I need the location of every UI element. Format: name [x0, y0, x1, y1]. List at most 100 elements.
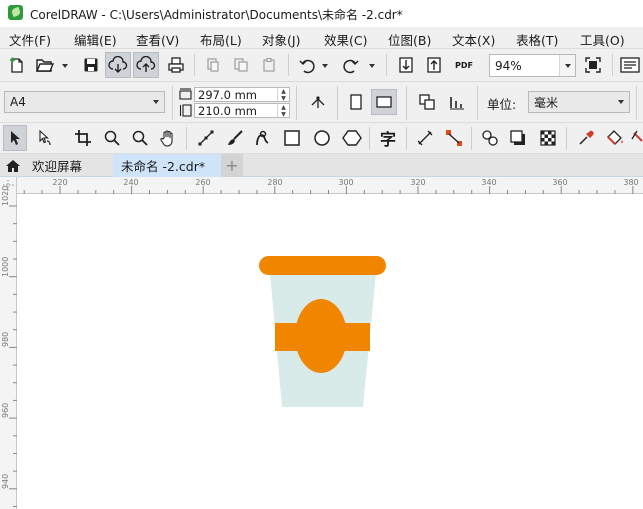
import-icon[interactable] [393, 52, 419, 78]
redo-icon[interactable] [338, 52, 364, 78]
coreldraw-logo-icon [8, 5, 23, 20]
drawing-canvas[interactable] [18, 195, 643, 509]
menu-table[interactable]: 表格(T) [516, 30, 558, 49]
menu-bitmaps[interactable]: 位图(B) [388, 30, 431, 49]
save-icon[interactable] [78, 52, 104, 78]
separator [406, 86, 407, 120]
current-page-icon[interactable] [444, 89, 470, 115]
nudge-icon[interactable] [305, 89, 331, 115]
tab-document-label: 未命名 -2.cdr* [121, 159, 206, 174]
polygon-tool-icon[interactable] [339, 125, 365, 151]
shape-tool-icon[interactable] [32, 125, 58, 151]
smart-drawing-icon[interactable] [250, 125, 276, 151]
ruler-h-label: 340 [481, 178, 497, 187]
new-document-icon[interactable] [4, 52, 30, 78]
chevron-down-icon [618, 100, 624, 104]
menu-edit[interactable]: 编辑(E) [74, 30, 117, 49]
page-height-value: 210.0 mm [198, 103, 257, 118]
blend-tool-icon[interactable] [477, 125, 503, 151]
rectangle-tool-icon[interactable] [279, 125, 305, 151]
artistic-media-icon[interactable] [222, 125, 248, 151]
undo-dropdown-arrow[interactable] [322, 64, 328, 68]
page-height-input[interactable]: 210.0 mm ▲ ▼ [194, 103, 290, 118]
window-title: CorelDRAW - C:\Users\Administrator\Docum… [30, 8, 403, 22]
menu-text[interactable]: 文本(X) [452, 30, 495, 49]
add-tab-button[interactable]: + [221, 154, 243, 177]
property-bar: A4 297.0 mm ▲ ▼ 210.0 mm ▲ ▼ 单位: 毫米 [0, 82, 643, 123]
export-icon[interactable] [421, 52, 447, 78]
ruler-h-label: 320 [410, 178, 426, 187]
fill-tool-icon[interactable] [602, 125, 628, 151]
text-tool-icon[interactable]: 字 [375, 125, 401, 151]
crop-tool-icon[interactable] [70, 125, 96, 151]
menu-view[interactable]: 查看(V) [136, 30, 179, 49]
separator [471, 127, 472, 150]
portrait-icon[interactable] [343, 89, 369, 115]
freehand-tool-icon[interactable] [193, 125, 219, 151]
page-width-input[interactable]: 297.0 mm ▲ ▼ [194, 87, 290, 102]
ruler-h-label: 240 [123, 178, 139, 187]
open-dropdown-arrow[interactable] [62, 64, 68, 68]
vertical-ruler[interactable]: 1020 1000 980 960 940 [0, 186, 17, 509]
ruler-h-label: 280 [267, 178, 283, 187]
pick-tool-icon[interactable] [3, 125, 27, 151]
ruler-h-label: 300 [338, 178, 354, 187]
pdf-label: PDF [455, 60, 473, 70]
parallel-dimension-icon[interactable] [412, 125, 438, 151]
options-icon[interactable] [617, 52, 643, 78]
page-size-dropdown[interactable] [148, 92, 164, 112]
zoom-to-page-icon[interactable] [580, 52, 606, 78]
tab-welcome-screen[interactable]: 欢迎屏幕 [24, 154, 90, 177]
page-width-spinner[interactable]: ▲ ▼ [277, 88, 289, 102]
ruler-h-label: 380 [623, 178, 639, 187]
units-value: 毫米 [534, 95, 559, 110]
cup-lid[interactable] [259, 256, 386, 275]
pan-tool-icon[interactable] [155, 125, 181, 151]
drawing-artwork [259, 256, 386, 407]
menu-layout[interactable]: 布局(L) [200, 30, 242, 49]
menu-file[interactable]: 文件(F) [9, 30, 51, 49]
zoom-dropdown-button[interactable] [559, 55, 575, 76]
paste-icon[interactable] [256, 52, 282, 78]
horizontal-ruler[interactable]: 220 240 260 280 300 320 340 360 380 [0, 177, 643, 194]
zoom-level-combo[interactable]: 94% [489, 54, 576, 77]
page-size-select[interactable]: A4 [4, 91, 165, 113]
outline-tool-icon[interactable] [630, 125, 643, 151]
connector-tool-icon[interactable] [441, 125, 467, 151]
page-height-spinner[interactable]: ▲ ▼ [277, 104, 289, 118]
ruler-h-label: 260 [195, 178, 211, 187]
ruler-v-label: 1000 [1, 256, 10, 277]
cloud-download-icon[interactable] [105, 52, 131, 78]
menu-tools[interactable]: 工具(O) [580, 30, 625, 49]
cloud-upload-icon[interactable] [133, 52, 159, 78]
separator [194, 54, 195, 76]
units-select[interactable]: 毫米 [528, 91, 630, 113]
transparency-icon[interactable] [535, 125, 561, 151]
separator [172, 86, 173, 120]
separator [296, 86, 297, 120]
zoom-out-icon[interactable] [127, 125, 153, 151]
copy-icon[interactable] [228, 52, 254, 78]
eyedropper-icon[interactable] [573, 125, 599, 151]
drop-shadow-icon[interactable] [505, 125, 531, 151]
ellipse-tool-icon[interactable] [309, 125, 335, 151]
undo-icon[interactable] [294, 52, 320, 78]
menu-object[interactable]: 对象(J) [262, 30, 300, 49]
print-icon[interactable] [163, 52, 189, 78]
chevron-down-icon [564, 63, 571, 68]
zoom-tool-icon[interactable] [99, 125, 125, 151]
open-folder-icon[interactable] [32, 52, 58, 78]
ruler-h-label: 360 [552, 178, 568, 187]
menu-effects[interactable]: 效果(C) [324, 30, 367, 49]
home-tab[interactable] [0, 154, 26, 177]
cup-emblem[interactable] [295, 299, 347, 373]
tab-document[interactable]: 未命名 -2.cdr* [113, 154, 221, 177]
publish-pdf-icon[interactable]: PDF [451, 52, 477, 78]
units-dropdown[interactable] [613, 92, 629, 112]
all-pages-icon[interactable] [414, 89, 440, 115]
landscape-icon[interactable] [371, 89, 397, 115]
cut-icon[interactable] [200, 52, 226, 78]
title-bar: CorelDRAW - C:\Users\Administrator\Docum… [0, 0, 643, 27]
menu-bar: 文件(F) 编辑(E) 查看(V) 布局(L) 对象(J) 效果(C) 位图(B… [0, 27, 643, 49]
redo-dropdown-arrow[interactable] [369, 64, 375, 68]
